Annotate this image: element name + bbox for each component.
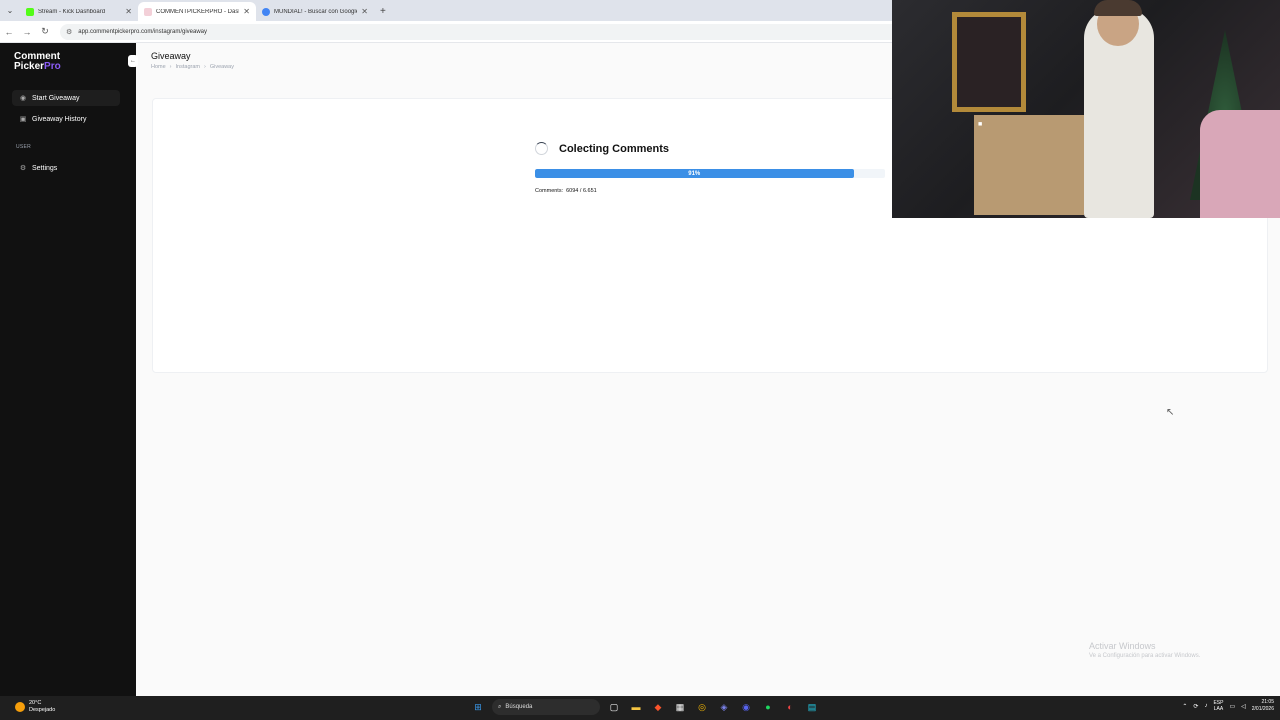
- collecting-panel: Colecting Comments 91% Comments: 6094 / …: [535, 142, 885, 194]
- breadcrumb-instagram[interactable]: Instagram: [176, 64, 200, 70]
- close-tab-icon[interactable]: ✕: [243, 7, 250, 16]
- close-tab-icon[interactable]: ✕: [125, 7, 132, 16]
- clock-time: 21:05: [1261, 699, 1274, 705]
- teams-icon[interactable]: ◈: [716, 699, 732, 715]
- progress-percent: 91%: [688, 170, 701, 177]
- calendar-icon[interactable]: ▦: [672, 699, 688, 715]
- history-icon: ▣: [19, 116, 27, 123]
- sync-icon[interactable]: ⟳: [1193, 703, 1198, 710]
- search-placeholder: Búsqueda: [505, 704, 533, 710]
- taskbar-apps: ⊞ ⌕ Búsqueda ▢ ▬ ◆ ▦ ◎ ◈ ◉ ● ◐ ▤: [470, 699, 820, 715]
- browser-tab-google[interactable]: MUNDIAL! - Buscar con Google ✕: [256, 2, 374, 21]
- activate-windows-watermark: Activar Windows Ve a Configuración para …: [1089, 641, 1200, 659]
- discord-icon[interactable]: ◉: [738, 699, 754, 715]
- sidebar-item-label: Giveaway History: [32, 115, 87, 123]
- breadcrumb-separator-icon: ›: [203, 64, 206, 70]
- app-sidebar: Comment PickerPro ← ◉ Start Giveaway ▣ G…: [0, 43, 138, 696]
- weather-widget[interactable]: 20°C Despejado: [15, 700, 55, 714]
- collecting-title: Colecting Comments: [559, 142, 670, 155]
- close-tab-icon[interactable]: ✕: [361, 7, 368, 16]
- system-clock[interactable]: 21:05 2/01/2026: [1252, 699, 1274, 713]
- google-favicon-icon: [262, 7, 270, 16]
- commentpicker-favicon-icon: [144, 7, 152, 16]
- breadcrumb-giveaway: Giveaway: [209, 64, 234, 70]
- forward-arrow-icon[interactable]: →: [18, 27, 36, 37]
- tab-search-icon[interactable]: ⌄: [0, 0, 20, 21]
- logo-picker: Picker: [14, 61, 45, 72]
- webcam-picture-frame: [952, 12, 1026, 112]
- browser-tab-kick[interactable]: Stream - Kick Dashboard ✕: [20, 2, 138, 21]
- gear-icon: ⚙: [19, 165, 27, 172]
- tab-title: Stream - Kick Dashboard: [38, 8, 106, 15]
- watermark-subtitle: Ve a Configuración para activar Windows.: [1089, 653, 1201, 659]
- breadcrumb-separator-icon: ›: [169, 64, 172, 70]
- breadcrumb: Home › Instagram › Giveaway: [151, 64, 234, 70]
- tab-title: COMMENTPICKERPRO - Dashb: [156, 8, 240, 15]
- logo-pro: Pro: [44, 61, 61, 72]
- kick-favicon-icon: [26, 7, 34, 16]
- volume-icon[interactable]: ◁: [1241, 703, 1246, 710]
- language-line2: LAA: [1213, 706, 1224, 712]
- microphone-icon[interactable]: ♪: [1204, 703, 1207, 709]
- reload-icon[interactable]: ↻: [36, 26, 54, 37]
- progress-bar-fill: 91%: [535, 169, 854, 178]
- page-header: Giveaway Home › Instagram › Giveaway: [151, 51, 234, 70]
- site-settings-icon[interactable]: ⚙: [66, 28, 72, 36]
- watermark-title: Activar Windows: [1089, 641, 1156, 651]
- windows-start-icon[interactable]: ⊞: [470, 699, 486, 715]
- webcam-box-logo: ■: [978, 121, 983, 128]
- language-indicator[interactable]: ESP LAA: [1213, 700, 1223, 712]
- webcam-tv-box: ■: [974, 115, 1084, 215]
- tray-overflow-icon[interactable]: ⌃: [1182, 703, 1187, 710]
- sidebar-item-label: Start Giveaway: [32, 94, 80, 102]
- weather-desc: Despejado: [29, 707, 56, 713]
- sidebar-item-start-giveaway[interactable]: ◉ Start Giveaway: [12, 90, 120, 106]
- breadcrumb-home[interactable]: Home: [151, 64, 166, 70]
- sidebar-item-settings[interactable]: ⚙ Settings: [12, 160, 120, 176]
- collapse-sidebar-icon[interactable]: ←: [128, 55, 138, 67]
- app-logo[interactable]: Comment PickerPro: [14, 52, 61, 72]
- new-tab-icon[interactable]: +: [374, 2, 392, 21]
- windows-taskbar: 20°C Despejado ⊞ ⌕ Búsqueda ▢ ▬ ◆ ▦ ◎ ◈ …: [0, 696, 1280, 720]
- search-icon: ⌕: [498, 703, 502, 710]
- webcam-chair: [1200, 110, 1280, 218]
- weather-sun-icon: [15, 702, 25, 712]
- sidebar-item-giveaway-history[interactable]: ▣ Giveaway History: [12, 111, 120, 127]
- comments-count: Comments: 6094 / 6.651: [535, 188, 885, 194]
- circle-dot-icon: ◉: [19, 95, 27, 102]
- webcam-overlay: ■: [892, 0, 1280, 218]
- task-view-icon[interactable]: ▢: [606, 699, 622, 715]
- spotify-icon[interactable]: ●: [760, 699, 776, 715]
- webcam-person-cap: [1094, 0, 1142, 16]
- notes-app-icon[interactable]: ▤: [804, 699, 820, 715]
- clock-date: 2/01/2026: [1251, 706, 1274, 712]
- comments-count-value: 6094 / 6.651: [566, 188, 597, 194]
- sidebar-item-label: Settings: [32, 164, 58, 172]
- url-text: app.commentpickerpro.com/instagram/givea…: [78, 28, 208, 35]
- network-icon[interactable]: ▭: [1229, 703, 1235, 710]
- weather-temp: 20°C: [29, 700, 42, 706]
- tab-title: MUNDIAL! - Buscar con Google: [274, 8, 358, 15]
- chrome-icon[interactable]: ◎: [694, 699, 710, 715]
- system-tray: ⌃ ⟳ ♪ ESP LAA ▭ ◁ 21:05 2/01/2026: [1182, 699, 1274, 713]
- loading-spinner-icon: [535, 142, 548, 155]
- page-title: Giveaway: [151, 51, 191, 61]
- progress-bar: 91%: [535, 169, 885, 178]
- capture-app-icon[interactable]: ◐: [782, 699, 798, 715]
- back-arrow-icon[interactable]: ←: [0, 27, 18, 37]
- mouse-cursor-icon: ↖: [1166, 407, 1175, 418]
- comments-count-label: Comments:: [535, 188, 564, 194]
- browser-tab-commentpicker[interactable]: COMMENTPICKERPRO - Dashb ✕: [138, 2, 256, 21]
- sidebar-section-user: USER: [16, 144, 32, 150]
- taskbar-search-input[interactable]: ⌕ Búsqueda: [492, 699, 600, 715]
- file-explorer-icon[interactable]: ▬: [628, 699, 644, 715]
- url-field[interactable]: ⚙ app.commentpickerpro.com/instagram/giv…: [60, 23, 920, 40]
- brave-browser-icon[interactable]: ◆: [650, 699, 666, 715]
